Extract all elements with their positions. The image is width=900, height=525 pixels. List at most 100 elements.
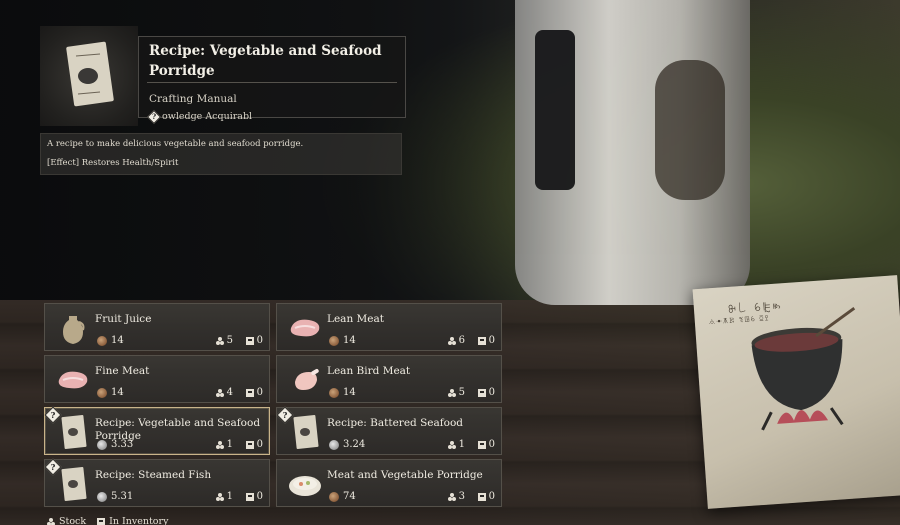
shop-item-4[interactable]: Lean Bird Meat 14 5 0 (276, 355, 502, 403)
item-stock-value: 1 (226, 491, 233, 502)
recipe-scroll-icon (66, 41, 114, 107)
item-price-value: 14 (111, 387, 124, 398)
item-name: Fine Meat (95, 365, 150, 377)
shop-item-6[interactable]: ? Recipe: Battered Seafood 3.24 1 0 (276, 406, 502, 455)
item-inventory-value: 0 (256, 387, 263, 398)
background-recipe-paper: ꔬ꒒ ꕃꕟꖳ ꗝꔹꕧꗣ ꔳꖸꕃ ꗞꔌ (692, 275, 900, 509)
item-stock-value: 1 (226, 439, 233, 450)
stock-icon (215, 492, 224, 501)
item-inventory: 0 (477, 335, 495, 346)
item-inventory-value: 0 (256, 335, 263, 346)
item-price: 14 (97, 335, 124, 346)
stock-icon (447, 492, 456, 501)
item-name: Recipe: Steamed Fish (95, 469, 212, 481)
background-character (515, 0, 750, 305)
item-name: Lean Bird Meat (327, 365, 411, 377)
item-stock-value: 3 (458, 491, 465, 502)
meat-icon (53, 362, 93, 398)
shop-item-3[interactable]: Fine Meat 14 4 0 (44, 355, 270, 403)
silver-coin-icon (97, 491, 107, 502)
item-stock: 4 (215, 387, 233, 398)
item-stock-value: 4 (226, 387, 233, 398)
inventory-icon (97, 517, 106, 525)
recipe-icon (285, 414, 325, 450)
copper-coin-icon (97, 387, 107, 398)
stock-icon (215, 336, 224, 345)
recipe-icon (53, 414, 93, 450)
detail-title: Recipe: Vegetable and Seafood Porridge (149, 43, 382, 79)
item-stock: 5 (447, 387, 465, 398)
item-stock: 6 (447, 335, 465, 346)
item-stock: 5 (215, 335, 233, 346)
shop-item-2[interactable]: Lean Meat 14 6 0 (276, 303, 502, 351)
item-price: 14 (97, 387, 124, 398)
detail-description-box: A recipe to make delicious vegetable and… (40, 133, 402, 175)
inventory-icon (245, 388, 254, 397)
detail-effect: [Effect] Restores Health/Spirit (47, 157, 179, 168)
detail-type: Crafting Manual (149, 93, 237, 105)
shop-item-grid: Fruit Juice 14 5 0 Lean Meat 14 6 0 Fine Meat 14 4… (44, 303, 502, 507)
porridge-icon (285, 466, 325, 502)
copper-coin-icon (329, 387, 339, 398)
item-price: 3.24 (329, 439, 365, 450)
inventory-icon (477, 440, 486, 449)
shop-item-7[interactable]: ? Recipe: Steamed Fish 5.31 1 0 (44, 458, 270, 507)
item-detail-panel: Recipe: Vegetable and Seafood Porridge C… (40, 26, 408, 176)
legend-inventory: In Inventory (96, 516, 168, 525)
item-stock-value: 5 (226, 335, 233, 346)
item-inventory-value: 0 (488, 387, 495, 398)
detail-description: A recipe to make delicious vegetable and… (47, 139, 304, 149)
item-stock: 1 (447, 439, 465, 450)
item-inventory: 0 (477, 439, 495, 450)
inventory-icon (245, 336, 254, 345)
stock-icon (47, 517, 55, 525)
copper-coin-icon (329, 335, 339, 346)
shop-item-5[interactable]: ? Recipe: Vegetable and Seafood Porridge 3… (44, 406, 270, 455)
item-price: 74 (329, 491, 356, 502)
item-inventory-value: 0 (256, 439, 263, 450)
item-inventory: 0 (477, 387, 495, 398)
silver-coin-icon (97, 439, 107, 450)
item-price-value: 3.24 (343, 439, 366, 450)
stock-icon (215, 388, 224, 397)
legend-stock: Stock (46, 516, 86, 525)
detail-divider (147, 82, 397, 83)
item-price-value: 3.33 (111, 439, 134, 450)
shop-item-8[interactable]: Meat and Vegetable Porridge 74 3 0 (276, 459, 502, 507)
item-inventory-value: 0 (488, 335, 495, 346)
item-price: 3.33 (97, 439, 133, 450)
item-inventory: 0 (245, 491, 263, 502)
item-price-value: 14 (111, 335, 124, 346)
item-price-value: 5.31 (111, 491, 134, 502)
item-price-value: 14 (343, 387, 356, 398)
inventory-icon (477, 492, 486, 501)
inventory-icon (245, 440, 254, 449)
item-inventory: 0 (245, 439, 263, 450)
item-stock-value: 6 (458, 335, 465, 346)
item-name: Recipe: Battered Seafood (327, 417, 464, 429)
item-inventory-value: 0 (488, 491, 495, 502)
knowledge-text: owledge Acquirabl (162, 111, 253, 122)
item-price-value: 74 (343, 491, 356, 502)
detail-header: Recipe: Vegetable and Seafood Porridge C… (138, 36, 406, 124)
item-price: 14 (329, 387, 356, 398)
item-stock: 1 (215, 439, 233, 450)
footer-legend: Stock In Inventory (46, 516, 168, 525)
item-name: Meat and Vegetable Porridge (327, 469, 483, 481)
detail-thumbnail (40, 26, 138, 126)
inventory-icon (477, 388, 486, 397)
item-stock: 1 (215, 491, 233, 502)
stock-icon (447, 440, 456, 449)
copper-coin-icon (329, 491, 339, 502)
stock-icon (447, 388, 456, 397)
recipe-icon (53, 466, 93, 502)
stock-icon (215, 440, 224, 449)
stock-icon (447, 336, 456, 345)
cauldron-illustration (751, 306, 856, 431)
item-inventory-value: 0 (488, 439, 495, 450)
shop-item-1[interactable]: Fruit Juice 14 5 0 (44, 303, 270, 351)
knowledge-icon: ? (146, 109, 162, 124)
copper-coin-icon (97, 335, 107, 346)
jug-icon (53, 310, 93, 346)
item-price: 14 (329, 335, 356, 346)
